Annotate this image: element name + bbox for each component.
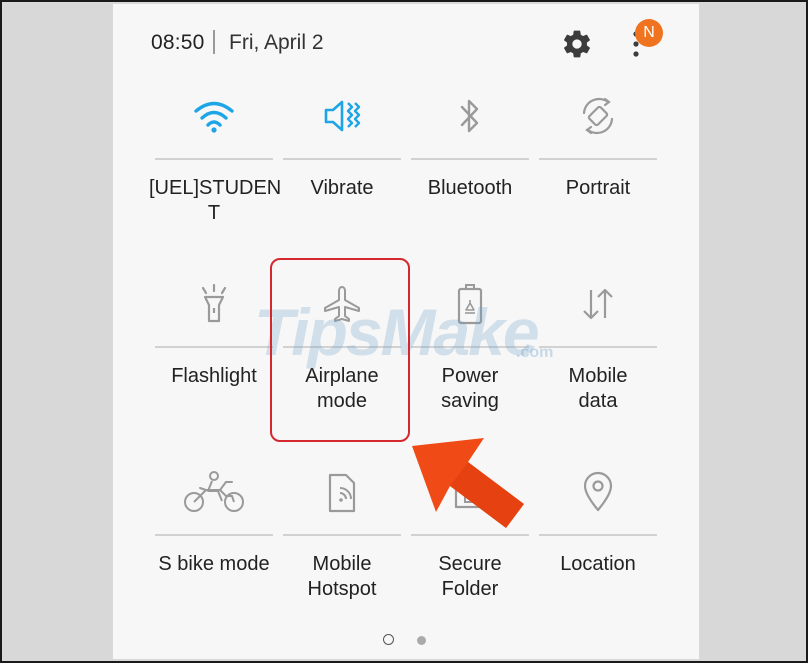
hotspot-icon — [328, 473, 356, 513]
wifi-icon — [194, 101, 234, 133]
tile-divider — [411, 158, 529, 160]
tile-label: Secure Folder — [438, 553, 502, 600]
background-left — [4, 4, 112, 659]
pointer-arrow-icon — [412, 438, 524, 528]
gear-icon[interactable] — [561, 28, 593, 60]
data-arrows-icon — [583, 288, 613, 320]
tile-divider — [411, 534, 529, 536]
motorbike-icon — [184, 471, 244, 512]
airplane-mode-highlight — [270, 258, 410, 442]
status-divider — [213, 30, 215, 54]
location-icon — [583, 471, 613, 512]
rotate-icon — [582, 97, 614, 135]
tile-divider — [539, 346, 657, 348]
tile-divider — [155, 534, 273, 536]
tile-label: [UEL]STUDEN T — [149, 177, 282, 224]
tile-label: Mobile Hotspot — [307, 553, 377, 600]
clock: 08:50 — [151, 31, 205, 54]
tile-divider — [283, 158, 401, 160]
tile-label: Location — [560, 553, 636, 575]
flashlight-icon — [201, 283, 227, 323]
tile-divider — [539, 158, 657, 160]
tile-label: Vibrate — [310, 177, 374, 199]
screenshot-frame: 08:50 Fri, April 2 N [UEL]STUDEN T Vibra… — [0, 0, 808, 663]
page-indicator-current[interactable] — [383, 634, 394, 645]
tile-divider — [283, 534, 401, 536]
tile-label: Portrait — [565, 177, 631, 199]
page-indicator[interactable] — [417, 636, 426, 645]
tile-label: Power saving — [441, 365, 499, 412]
tile-label: S bike mode — [158, 553, 270, 575]
tile-label: Bluetooth — [427, 177, 513, 199]
bluetooth-icon — [460, 99, 479, 133]
vibrate-icon — [324, 100, 361, 132]
tile-divider — [539, 534, 657, 536]
tile-label: Mobile data — [568, 365, 628, 412]
tile-divider — [155, 158, 273, 160]
watermark-suffix: .com — [516, 344, 554, 361]
background-right — [700, 4, 806, 659]
notification-badge: N — [635, 19, 663, 47]
date: Fri, April 2 — [229, 31, 324, 54]
